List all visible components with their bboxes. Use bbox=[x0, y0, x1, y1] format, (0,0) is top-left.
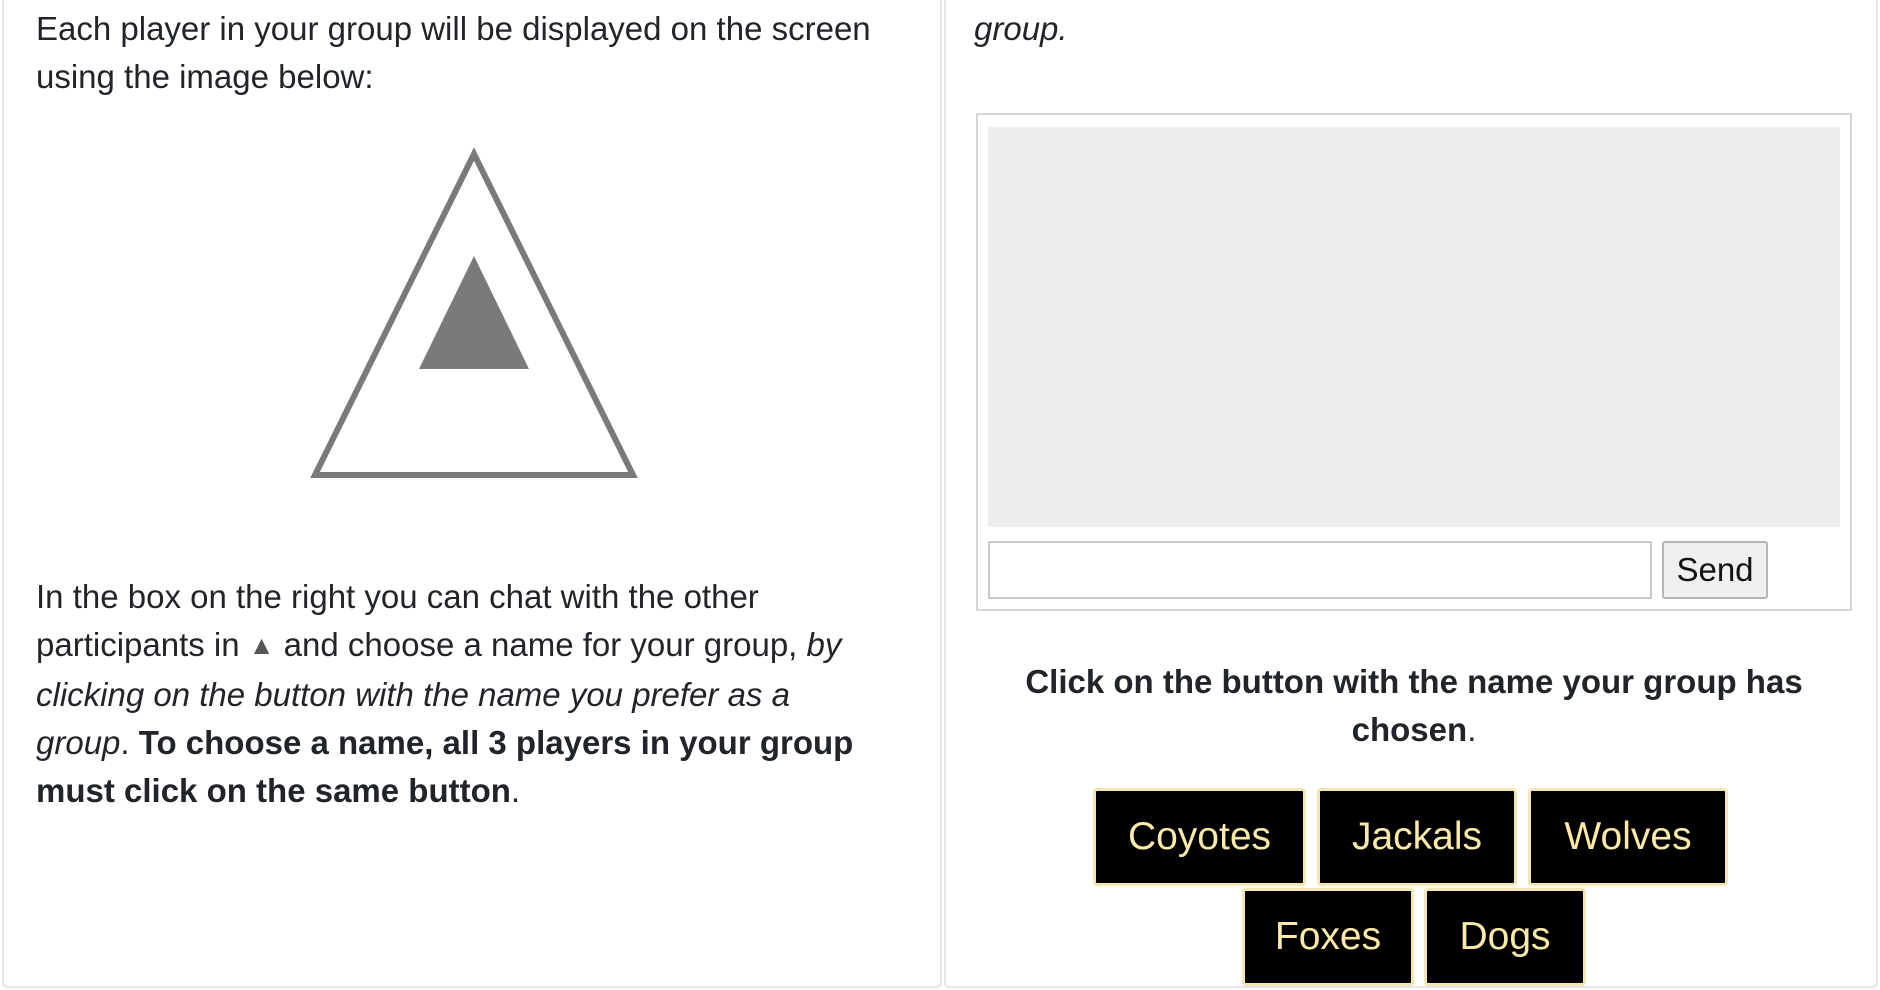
instructions-text: . bbox=[510, 772, 521, 809]
instructions-bold: To choose a name, all 3 players in your … bbox=[36, 724, 854, 809]
chat-input[interactable] bbox=[988, 541, 1652, 599]
group-triangle-icon: ▲ bbox=[248, 630, 275, 660]
name-button-wolves[interactable]: Wolves bbox=[1528, 788, 1728, 886]
player-image-icon bbox=[310, 148, 638, 478]
chat-log[interactable] bbox=[988, 127, 1840, 527]
choose-name-prompt: Click on the button with the name your g… bbox=[976, 658, 1852, 754]
send-button[interactable]: Send bbox=[1662, 541, 1768, 599]
name-button-foxes[interactable]: Foxes bbox=[1242, 888, 1414, 986]
name-button-jackals[interactable]: Jackals bbox=[1317, 788, 1517, 886]
left-panel: Each player in your group will be displa… bbox=[2, 0, 942, 988]
chat-box: Send bbox=[976, 113, 1852, 611]
right-top-text: group. bbox=[974, 10, 1068, 47]
prompt-bold: Click on the button with the name your g… bbox=[1025, 663, 1803, 748]
chat-instructions: In the box on the right you can chat wit… bbox=[36, 573, 886, 815]
instructions-text: and choose a name for your group, bbox=[274, 626, 807, 663]
name-button-coyotes[interactable]: Coyotes bbox=[1093, 788, 1306, 886]
name-button-dogs[interactable]: Dogs bbox=[1424, 888, 1586, 986]
player-image-intro: Each player in your group will be displa… bbox=[36, 10, 871, 95]
right-panel: group. Send Click on the button with the… bbox=[944, 0, 1878, 988]
instructions-text: . bbox=[120, 724, 139, 761]
prompt-end: . bbox=[1467, 711, 1477, 748]
